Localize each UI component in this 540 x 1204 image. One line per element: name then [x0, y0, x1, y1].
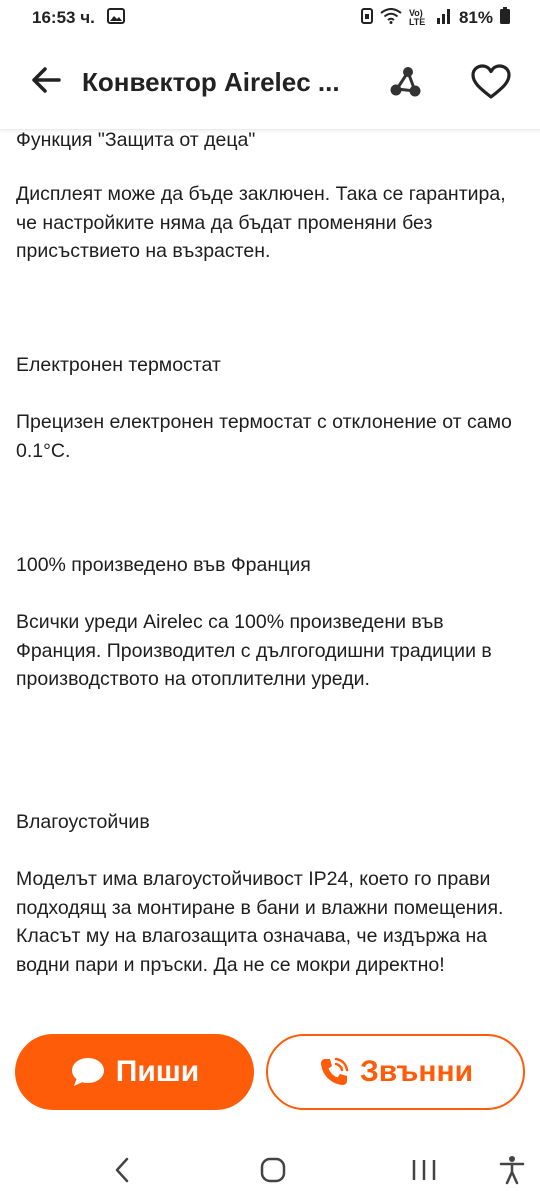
wifi-icon	[380, 7, 402, 29]
nav-recents-button[interactable]	[402, 1150, 446, 1194]
section-heading-child-lock: Функция "Защита от деца"	[16, 129, 256, 151]
nav-back-button[interactable]	[100, 1150, 144, 1194]
system-nav-bar	[0, 1140, 540, 1204]
write-button-label: Пиши	[115, 1055, 200, 1088]
heart-icon	[471, 63, 511, 105]
section-heading-made-in-france: 100% произведено във Франция	[16, 554, 311, 576]
status-bar: 16:53 ч. Vo) LTE 81%	[0, 0, 540, 36]
arrow-left-icon	[31, 66, 61, 99]
accessibility-button[interactable]	[490, 1150, 534, 1194]
favorite-button[interactable]	[466, 59, 516, 109]
section-text-made-in-france: Всички уреди Airelec са 100% произведени…	[16, 611, 492, 690]
status-time: 16:53 ч.	[32, 8, 95, 27]
gallery-icon	[106, 7, 125, 29]
back-button[interactable]	[24, 61, 68, 105]
signal-icon	[436, 8, 452, 29]
save-icon	[360, 7, 373, 29]
chevron-left-icon	[112, 1156, 132, 1189]
battery-icon	[500, 7, 510, 29]
section-text-waterproof: Моделът има влагоустойчивост IP24, което…	[16, 868, 504, 976]
call-button[interactable]: Звънни	[266, 1034, 525, 1110]
recents-icon	[410, 1156, 438, 1189]
page-title: Конвектор Airelec ...	[82, 67, 340, 97]
network-type: Vo) LTE	[408, 8, 426, 27]
phone-ringing-icon	[318, 1056, 350, 1088]
section-heading-waterproof: Влагоустойчив	[16, 811, 150, 833]
share-icon	[388, 65, 422, 104]
section-text-child-lock: Дисплеят може да бъде заключен. Така се …	[16, 183, 506, 262]
share-button[interactable]	[382, 61, 428, 107]
write-button[interactable]: Пиши	[15, 1034, 254, 1110]
battery-level: 81%	[458, 8, 493, 27]
chat-bubble-icon	[70, 1056, 106, 1088]
section-text-thermostat: Прецизен електронен термостат с отклонен…	[16, 411, 512, 462]
app-bar: Конвектор Airelec ...	[0, 36, 540, 130]
section-heading-thermostat: Електронен термостат	[16, 354, 221, 376]
call-button-label: Звънни	[359, 1055, 474, 1088]
home-icon	[259, 1156, 287, 1189]
nav-home-button[interactable]	[251, 1150, 295, 1194]
accessibility-icon	[499, 1155, 525, 1190]
